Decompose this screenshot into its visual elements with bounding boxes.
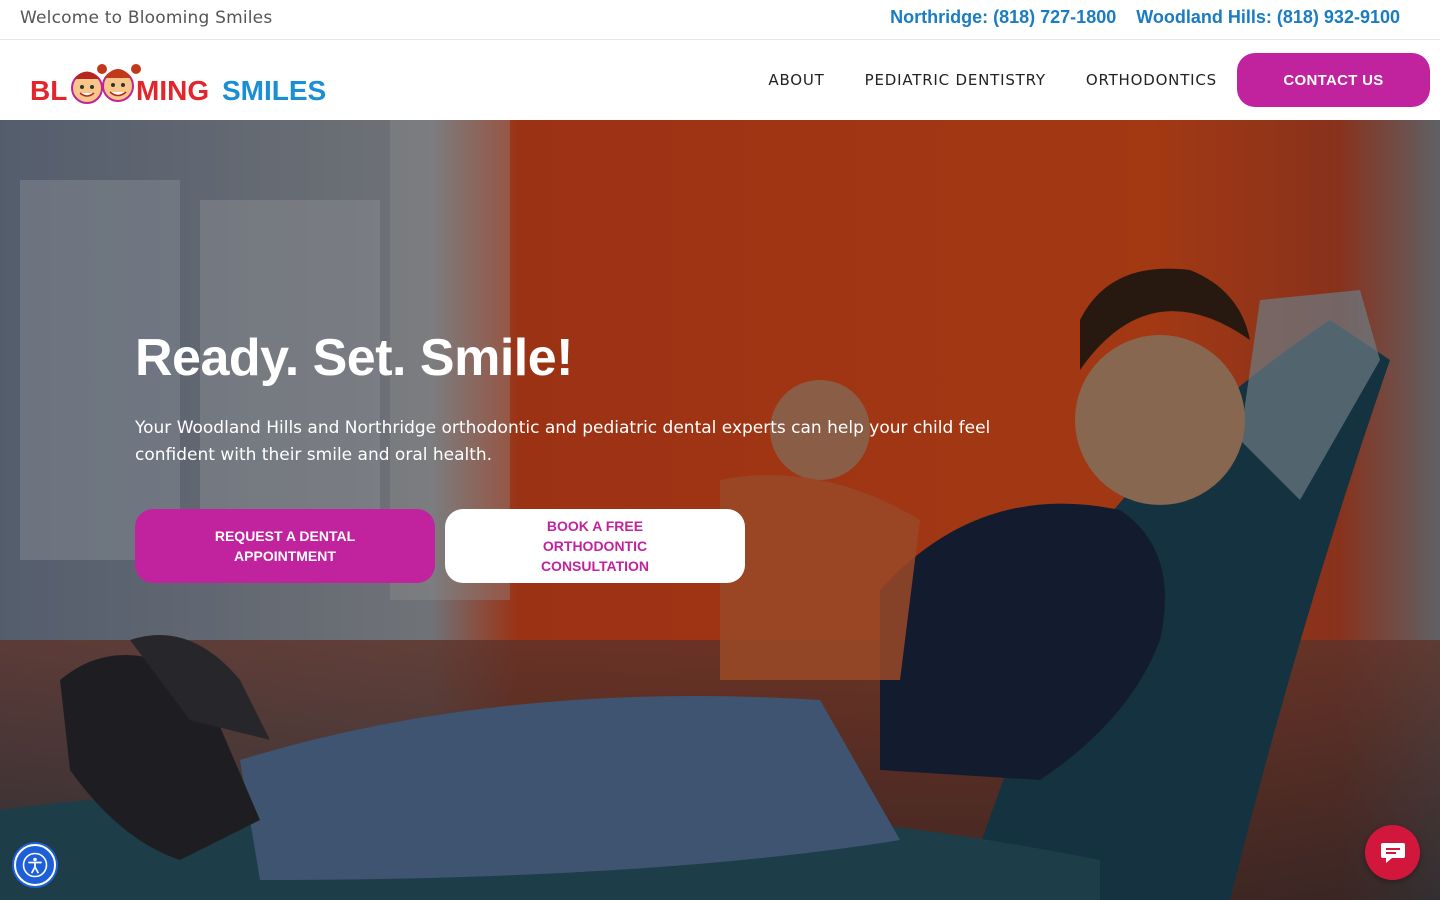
chat-button[interactable]	[1365, 825, 1420, 880]
northridge-phone-link[interactable]: Northridge: (818) 727-1800	[890, 7, 1116, 28]
request-appointment-button[interactable]: REQUEST A DENTAL APPOINTMENT	[135, 509, 435, 583]
nav-orthodontics[interactable]: ORTHODONTICS	[1086, 71, 1217, 89]
hero-description: Your Woodland Hills and Northridge ortho…	[135, 418, 991, 465]
logo-text-bl: BL	[30, 75, 67, 106]
phone-links: Northridge: (818) 727-1800 Woodland Hill…	[890, 7, 1400, 28]
site-header: BL MING SMILES ABOUT PEDIATRIC DENTISTRY…	[0, 40, 1440, 120]
woodland-hills-phone-link[interactable]: Woodland Hills: (818) 932-9100	[1136, 7, 1400, 28]
blooming-smiles-logo[interactable]: BL MING SMILES	[30, 52, 330, 110]
book-consultation-button[interactable]: BOOK A FREE ORTHODONTIC CONSULTATION	[445, 509, 745, 583]
nav-about[interactable]: ABOUT	[768, 71, 824, 89]
accessibility-button[interactable]	[14, 844, 56, 886]
logo-text-smiles: SMILES	[222, 75, 326, 106]
main-nav: ABOUT PEDIATRIC DENTISTRY ORTHODONTICS C…	[768, 53, 1430, 107]
chat-icon	[1380, 842, 1405, 863]
logo-text-ming: MING	[136, 75, 209, 106]
top-bar: Welcome to Blooming Smiles Northridge: (…	[0, 0, 1440, 40]
hero-section: Ready. Set. Smile! Your Woodland Hills a…	[0, 120, 1440, 900]
hero-title: Ready. Set. Smile!	[135, 329, 573, 387]
nav-pediatric-dentistry[interactable]: PEDIATRIC DENTISTRY	[865, 71, 1046, 89]
welcome-text: Welcome to Blooming Smiles	[20, 8, 273, 28]
accessibility-icon	[22, 852, 48, 878]
contact-us-button[interactable]: CONTACT US	[1237, 53, 1430, 107]
